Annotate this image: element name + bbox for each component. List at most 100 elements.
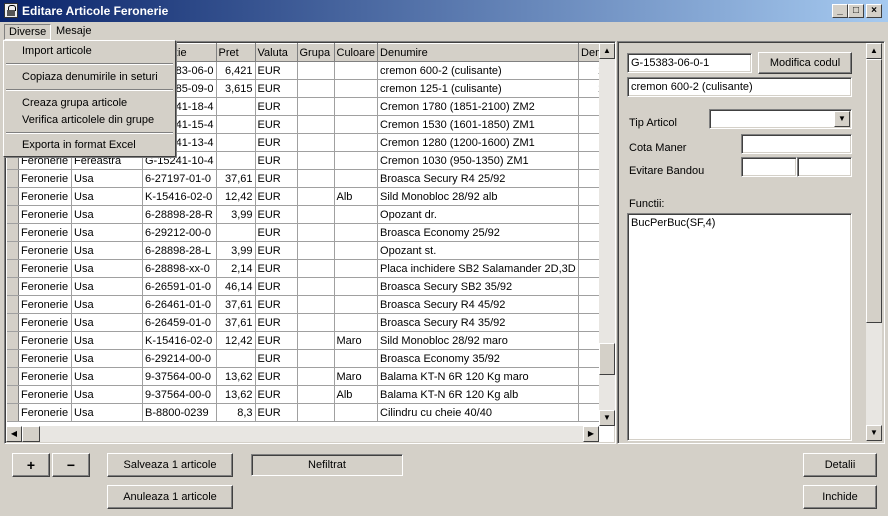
col-denumire[interactable]: Cremon 1780 (1851-2100) ZM2 bbox=[377, 97, 580, 116]
table-row[interactable]: Feronerie Usa 6-28898-28-R 3,99 EUR Opozant d… bbox=[6, 205, 608, 224]
col-grupa[interactable] bbox=[297, 385, 335, 404]
table-row[interactable]: Feronerie Usa K-15416-02-0 12,42 EUR Maro Sild… bbox=[6, 331, 608, 350]
evitare-bandou-field-2[interactable] bbox=[797, 157, 852, 177]
table-row[interactable]: Feronerie Usa 6-28898-xx-0 2,14 EUR Placa inc… bbox=[6, 259, 608, 278]
grid-horizontal-scroll-thumb[interactable] bbox=[22, 426, 40, 442]
col-grupa[interactable] bbox=[297, 205, 335, 224]
col-magazie[interactable]: K-15416-02-0 bbox=[142, 187, 217, 206]
row-indicator[interactable] bbox=[6, 367, 19, 386]
col-grupa[interactable] bbox=[297, 241, 335, 260]
col-culoare[interactable] bbox=[334, 295, 379, 314]
header-denumire[interactable]: Denumire bbox=[377, 43, 580, 62]
col-magazie[interactable]: K-15416-02-0 bbox=[142, 331, 217, 350]
table-row[interactable]: Feronerie Usa 6-29214-00-0 EUR Broasca Econo… bbox=[6, 349, 608, 368]
col-tip[interactable]: Usa bbox=[71, 187, 143, 206]
col-pret[interactable] bbox=[216, 223, 256, 242]
table-row[interactable]: Feronerie Usa 6-26461-01-0 37,61 EUR Broasca … bbox=[6, 295, 608, 314]
col-tip[interactable]: Usa bbox=[71, 259, 143, 278]
row-indicator[interactable] bbox=[6, 403, 19, 422]
col-tip[interactable]: Usa bbox=[71, 223, 143, 242]
menu-item-exporta-excel[interactable]: Exporta in format Excel bbox=[22, 139, 136, 151]
col-pret[interactable] bbox=[216, 115, 256, 134]
table-row[interactable]: Feronerie Usa 6-27197-01-0 37,61 EUR Broasca … bbox=[6, 169, 608, 188]
row-indicator[interactable] bbox=[6, 331, 19, 350]
col-valuta[interactable]: EUR bbox=[255, 259, 298, 278]
article-code-field[interactable]: G-15383-06-0-1 bbox=[627, 53, 752, 73]
col-denumire[interactable]: Opozant st. bbox=[377, 241, 580, 260]
col-valuta[interactable]: EUR bbox=[255, 313, 298, 332]
table-row[interactable]: Feronerie Usa 6-28898-28-L 3,99 EUR Opozant s… bbox=[6, 241, 608, 260]
col-culoare[interactable]: Maro bbox=[334, 331, 379, 350]
col-valuta[interactable]: EUR bbox=[255, 115, 298, 134]
col-grupa[interactable] bbox=[297, 169, 335, 188]
col-grupa[interactable] bbox=[297, 133, 335, 152]
col-categorie[interactable]: Feronerie bbox=[18, 385, 72, 404]
modify-code-button[interactable]: Modifica codul bbox=[758, 52, 852, 74]
col-culoare[interactable] bbox=[334, 403, 379, 422]
panel-vertical-scroll-thumb[interactable] bbox=[866, 59, 882, 323]
col-categorie[interactable]: Feronerie bbox=[18, 187, 72, 206]
maximize-button[interactable]: □ bbox=[848, 4, 864, 18]
menu-item-copiaza-denumirile[interactable]: Copiaza denumirile in seturi bbox=[22, 71, 158, 83]
col-culoare[interactable]: Alb bbox=[334, 385, 379, 404]
col-culoare[interactable] bbox=[334, 349, 379, 368]
col-pret[interactable] bbox=[216, 133, 256, 152]
table-row[interactable]: Feronerie Usa 6-26459-01-0 37,61 EUR Broasca … bbox=[6, 313, 608, 332]
col-magazie[interactable]: 9-37564-00-0 bbox=[142, 367, 217, 386]
col-culoare[interactable]: Maro bbox=[334, 367, 379, 386]
col-valuta[interactable]: EUR bbox=[255, 151, 298, 170]
col-magazie[interactable]: 6-26461-01-0 bbox=[142, 295, 217, 314]
col-grupa[interactable] bbox=[297, 61, 335, 80]
save-button[interactable]: Salveaza 1 articole bbox=[107, 453, 233, 477]
col-grupa[interactable] bbox=[297, 295, 335, 314]
col-denumire[interactable]: Cremon 1030 (950-1350) ZM1 bbox=[377, 151, 580, 170]
col-categorie[interactable]: Feronerie bbox=[18, 205, 72, 224]
table-row[interactable]: Feronerie Usa 6-29212-00-0 EUR Broasca Econo… bbox=[6, 223, 608, 242]
col-magazie[interactable]: 6-29212-00-0 bbox=[142, 223, 217, 242]
grid-vertical-scroll-thumb[interactable] bbox=[599, 343, 615, 375]
col-valuta[interactable]: EUR bbox=[255, 61, 298, 80]
col-magazie[interactable]: 6-26459-01-0 bbox=[142, 313, 217, 332]
scroll-right-icon[interactable]: ▶ bbox=[583, 426, 599, 442]
grid-vertical-scrollbar[interactable]: ▲ ▼ bbox=[599, 43, 615, 426]
col-culoare[interactable] bbox=[334, 61, 379, 80]
scroll-up-icon[interactable]: ▲ bbox=[599, 43, 615, 59]
col-denumire[interactable]: Broasca Secury SB2 35/92 bbox=[377, 277, 580, 296]
col-grupa[interactable] bbox=[297, 97, 335, 116]
header-valuta[interactable]: Valuta bbox=[254, 43, 298, 62]
col-culoare[interactable] bbox=[334, 79, 379, 98]
col-culoare[interactable] bbox=[334, 115, 379, 134]
col-grupa[interactable] bbox=[297, 259, 335, 278]
col-valuta[interactable]: EUR bbox=[255, 367, 298, 386]
tip-articol-select[interactable]: ▼ bbox=[709, 109, 852, 129]
menu-mesaje[interactable]: Mesaje bbox=[52, 24, 95, 38]
col-denumire[interactable]: Placa inchidere SB2 Salamander 2D,3D bbox=[377, 259, 580, 278]
col-valuta[interactable]: EUR bbox=[255, 403, 298, 422]
col-tip[interactable]: Usa bbox=[71, 385, 143, 404]
col-tip[interactable]: Usa bbox=[71, 313, 143, 332]
row-indicator[interactable] bbox=[6, 223, 19, 242]
col-pret[interactable]: 37,61 bbox=[216, 169, 256, 188]
panel-vertical-scrollbar[interactable]: ▲ ▼ bbox=[866, 43, 882, 441]
col-magazie[interactable]: 6-28898-28-L bbox=[142, 241, 217, 260]
grid-horizontal-scrollbar[interactable]: ◀ ▶ bbox=[6, 426, 599, 442]
col-denumire[interactable]: cremon 600-2 (culisante) bbox=[377, 61, 580, 80]
table-row[interactable]: Feronerie Usa K-15416-02-0 12,42 EUR Alb Sild … bbox=[6, 187, 608, 206]
add-row-button[interactable]: + bbox=[12, 453, 50, 477]
row-indicator[interactable] bbox=[6, 277, 19, 296]
col-pret[interactable]: 13,62 bbox=[216, 385, 256, 404]
col-denumire[interactable]: Balama KT-N 6R 120 Kg alb bbox=[377, 385, 580, 404]
minimize-button[interactable]: _ bbox=[832, 4, 848, 18]
col-categorie[interactable]: Feronerie bbox=[18, 331, 72, 350]
col-denumire[interactable]: Cilindru cu cheie 40/40 bbox=[377, 403, 580, 422]
col-valuta[interactable]: EUR bbox=[255, 385, 298, 404]
row-indicator[interactable] bbox=[6, 169, 19, 188]
col-culoare[interactable] bbox=[334, 205, 379, 224]
col-categorie[interactable]: Feronerie bbox=[18, 241, 72, 260]
col-valuta[interactable]: EUR bbox=[255, 277, 298, 296]
col-denumire[interactable]: cremon 125-1 (culisante) bbox=[377, 79, 580, 98]
col-tip[interactable]: Usa bbox=[71, 205, 143, 224]
col-tip[interactable]: Usa bbox=[71, 349, 143, 368]
col-pret[interactable]: 12,42 bbox=[216, 331, 256, 350]
col-denumire[interactable]: Broasca Secury R4 25/92 bbox=[377, 169, 580, 188]
